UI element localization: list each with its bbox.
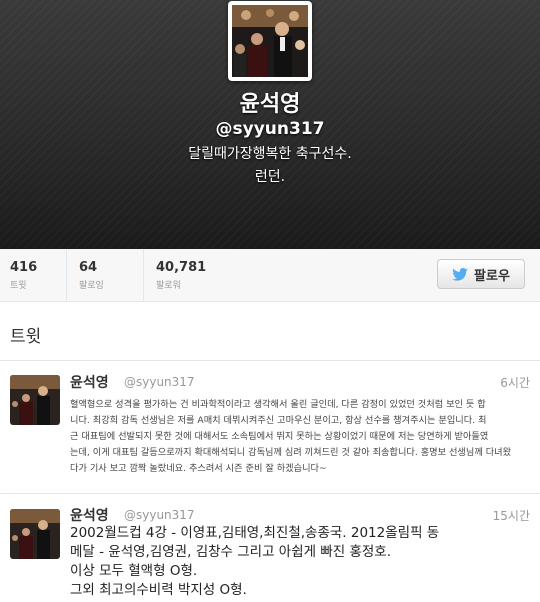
stat-followers-value: 40,781 xyxy=(156,260,207,275)
stat-tweets[interactable]: 416 트윗 xyxy=(10,260,37,291)
tweet-text-line: 메달 - 윤석영,김영권, 김창수 그리고 아쉽게 빠진 홍정호. xyxy=(70,544,392,560)
follow-button[interactable]: 팔로우 xyxy=(437,259,525,289)
tweet-text-line: 이상 모두 혈액형 O형. xyxy=(70,563,198,579)
profile-header: 윤석영 @syyun317 달릴때가장행복한 축구선수. 런던. xyxy=(0,0,540,249)
profile-handle[interactable]: @syyun317 xyxy=(0,119,540,139)
stat-tweets-label: 트윗 xyxy=(10,281,27,291)
tweet-timestamp[interactable]: 6시간 xyxy=(500,374,530,391)
tweet-avatar[interactable] xyxy=(10,375,60,425)
profile-avatar[interactable] xyxy=(228,1,312,81)
tweet-text-line: 니다. 최강희 감독 선생님은 저를 A매치 데뷔시켜주신 고마우신 분이고, … xyxy=(70,415,487,426)
avatar-photo-icon xyxy=(10,509,60,559)
tweet-text-line: 근 대표팀에 선발되지 못한 것에 대해서도 소속팀에서 뛰지 못하는 상황이었… xyxy=(70,431,489,442)
stat-following-label: 팔로잉 xyxy=(79,281,104,291)
tweet-avatar[interactable] xyxy=(10,509,60,559)
stat-divider xyxy=(143,249,144,301)
profile-photo-icon xyxy=(232,5,308,77)
profile-bio: 달릴때가장행복한 축구선수. xyxy=(188,146,352,162)
divider xyxy=(0,493,540,494)
stat-tweets-value: 416 xyxy=(10,260,38,275)
stat-followers[interactable]: 40,781 팔로워 xyxy=(156,260,206,291)
stat-followers-label: 팔로워 xyxy=(156,281,181,291)
stat-following-value: 64 xyxy=(79,260,98,275)
divider xyxy=(0,360,540,361)
tweet-text: 2002월드컵 4강 - 이영표,김태영,최진철,송종국. 2012올림픽 동 … xyxy=(70,524,532,600)
stat-following[interactable]: 64 팔로잉 xyxy=(79,260,104,291)
tweet-text-line: 혈액형으로 성격을 평가하는 건 비과학적이라고 생각해서 올린 글인데, 다른… xyxy=(70,399,486,410)
profile-name: 윤석영 xyxy=(239,92,301,117)
tweet-text-line: 2002월드컵 4강 - 이영표,김태영,최진철,송종국. 2012올림픽 동 xyxy=(70,525,440,541)
profile-location: 런던. xyxy=(254,169,286,185)
avatar-photo-icon xyxy=(10,375,60,425)
tweet-text-line: 다가 기사 보고 깜짝 놀랐네요. 추스려서 시즌 준비 잘 하겠습니다~ xyxy=(70,463,327,474)
follow-button-label: 팔로우 xyxy=(474,268,510,284)
tweet-text: 혈액형으로 성격을 평가하는 건 비과학적이라고 생각해서 올린 글인데, 다른… xyxy=(70,397,532,477)
tweet-timestamp[interactable]: 15시간 xyxy=(493,507,530,524)
tweet-author-handle[interactable]: @syyun317 xyxy=(124,508,195,522)
bird-icon xyxy=(452,267,468,281)
tweet-author-name[interactable]: 윤석영 xyxy=(70,372,109,392)
tweet-text-line: 그외 최고의수비력 박지성 O형. xyxy=(70,582,247,598)
stat-divider xyxy=(66,249,67,301)
tweets-section-title: 트윗 xyxy=(10,327,42,347)
tweet-text-line: 는데, 이게 대표팀 갈등으로까지 확대해석되니 감독님께 심려 끼쳐드린 것 … xyxy=(70,447,512,458)
profile-stats-bar: 416 트윗 64 팔로잉 40,781 팔로워 팔로우 xyxy=(0,249,540,302)
tweet-author-handle[interactable]: @syyun317 xyxy=(124,375,195,389)
tweet-author-name[interactable]: 윤석영 xyxy=(70,505,109,525)
